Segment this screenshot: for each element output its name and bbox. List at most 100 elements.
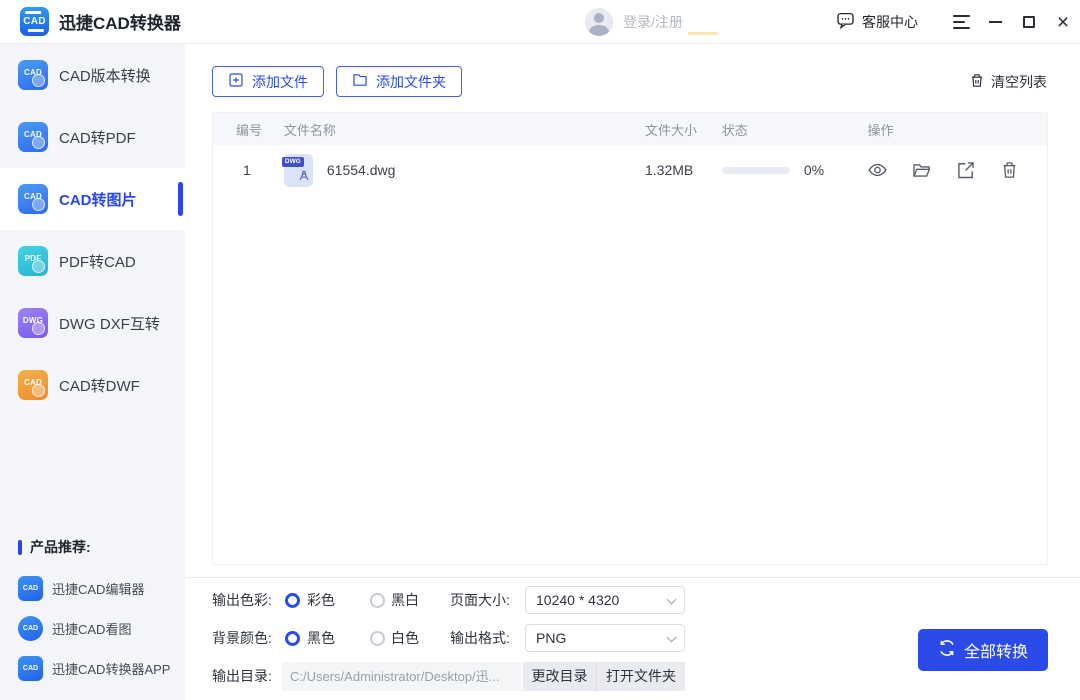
page-size-select[interactable]: 10240 * 4320 bbox=[525, 586, 685, 614]
file-list: 编号 文件名称 文件大小 状态 操作 1 DWG bbox=[212, 112, 1048, 565]
maximize-button[interactable] bbox=[1012, 0, 1046, 44]
sidebar-item-label: CAD转图片 bbox=[59, 189, 137, 210]
titlebar-controls: 客服中心 × bbox=[836, 0, 1080, 44]
app-brand: CAD 迅捷CAD转换器 bbox=[0, 7, 181, 36]
app-logo-icon: CAD bbox=[20, 7, 49, 36]
open-folder-icon[interactable] bbox=[911, 160, 932, 181]
convert-all-button[interactable]: 全部转换 bbox=[918, 629, 1048, 671]
dwg-file-icon: DWG bbox=[284, 154, 313, 187]
sidebar-item-label: CAD转DWF bbox=[59, 375, 140, 396]
icon-text: CAD bbox=[24, 130, 42, 139]
progress-bar bbox=[722, 167, 790, 174]
cad-editor-icon: CAD bbox=[18, 576, 43, 601]
delete-trash-icon[interactable] bbox=[999, 160, 1020, 181]
minimize-button[interactable] bbox=[978, 0, 1012, 44]
preview-eye-icon[interactable] bbox=[867, 160, 888, 181]
radio-white[interactable] bbox=[370, 631, 385, 646]
maximize-icon bbox=[1023, 16, 1035, 28]
convert-all-label: 全部转换 bbox=[964, 638, 1028, 662]
sidebar-spacer bbox=[0, 416, 185, 534]
recommend-item-cad-editor[interactable]: CAD 迅捷CAD编辑器 bbox=[0, 568, 185, 608]
add-folder-label: 添加文件夹 bbox=[376, 72, 446, 92]
output-format-select[interactable]: PNG bbox=[525, 624, 685, 652]
account-area[interactable]: 登录/注册 bbox=[585, 0, 683, 44]
icon-text: CAD bbox=[23, 665, 38, 672]
menu-button[interactable] bbox=[944, 0, 978, 44]
settings-panel: 输出色彩: 彩色 黑白 页面大小: 10240 * 4320 背景颜色: 黑色 … bbox=[185, 578, 1080, 700]
customer-service-button[interactable]: 客服中心 bbox=[836, 11, 918, 34]
minimize-icon bbox=[989, 21, 1002, 23]
radio-color[interactable] bbox=[285, 593, 300, 608]
titlebar: CAD 迅捷CAD转换器 登录/注册 客服中心 bbox=[0, 0, 1080, 44]
icon-text: CAD bbox=[24, 378, 42, 387]
cad-version-icon: CAD bbox=[18, 60, 48, 90]
header-filename: 文件名称 bbox=[284, 120, 645, 139]
logo-text: CAD bbox=[23, 16, 46, 27]
cad-to-image-icon: CAD bbox=[18, 184, 48, 214]
file-size: 1.32MB bbox=[645, 162, 722, 178]
radio-black[interactable] bbox=[285, 631, 300, 646]
sidebar-item-cad-to-pdf[interactable]: CAD CAD转PDF bbox=[0, 106, 185, 168]
icon-text: CAD bbox=[23, 625, 38, 632]
avatar-icon[interactable] bbox=[585, 8, 613, 36]
output-dir-field[interactable]: C:/Users/Administrator/Desktop/迅... bbox=[282, 662, 522, 691]
add-file-button[interactable]: 添加文件 bbox=[212, 66, 324, 97]
sidebar-item-label: CAD版本转换 bbox=[59, 65, 151, 86]
app-title: 迅捷CAD转换器 bbox=[59, 9, 181, 34]
sidebar-item-label: CAD转PDF bbox=[59, 127, 136, 148]
highlight-underline bbox=[688, 32, 718, 35]
cad-to-dwf-icon: CAD bbox=[18, 370, 48, 400]
add-folder-button[interactable]: 添加文件夹 bbox=[336, 66, 462, 97]
recommend-item-cad-viewer[interactable]: CAD 迅捷CAD看图 bbox=[0, 608, 185, 648]
recommend-item-cad-converter-app[interactable]: CAD 迅捷CAD转换器APP bbox=[0, 648, 185, 688]
header-operations: 操作 bbox=[867, 120, 1047, 139]
output-format-value: PNG bbox=[536, 630, 566, 646]
main-content: 添加文件 添加文件夹 清空列表 编号 bbox=[185, 44, 1080, 700]
recommend-item-label: 迅捷CAD转换器APP bbox=[52, 659, 170, 678]
folder-add-icon bbox=[352, 72, 368, 91]
add-file-label: 添加文件 bbox=[252, 72, 308, 92]
change-dir-button[interactable]: 更改目录 bbox=[523, 662, 597, 691]
sidebar-item-cad-version-convert[interactable]: CAD CAD版本转换 bbox=[0, 44, 185, 106]
recommend-item-label: 迅捷CAD编辑器 bbox=[52, 579, 144, 598]
table-row: 1 DWG 61554.dwg bbox=[213, 145, 1047, 195]
sidebar-item-pdf-to-cad[interactable]: PDF PDF转CAD bbox=[0, 230, 185, 292]
radio-black-label[interactable]: 黑色 bbox=[307, 624, 335, 652]
file-list-header: 编号 文件名称 文件大小 状态 操作 bbox=[213, 113, 1047, 145]
trash-icon bbox=[969, 72, 985, 92]
radio-bw[interactable] bbox=[370, 593, 385, 608]
bg-color-label: 背景颜色: bbox=[212, 624, 272, 652]
open-output-folder-button[interactable]: 打开文件夹 bbox=[597, 662, 685, 691]
sidebar-item-dwg-dxf-convert[interactable]: DWG DWG DXF互转 bbox=[0, 292, 185, 354]
pdf-to-cad-icon: PDF bbox=[18, 246, 48, 276]
header-status: 状态 bbox=[722, 120, 868, 139]
plus-square-icon bbox=[228, 72, 244, 91]
product-recommend-header: 产品推荐: bbox=[0, 534, 185, 560]
close-icon: × bbox=[1057, 12, 1069, 33]
icon-text: DWG bbox=[23, 316, 43, 325]
hamburger-menu-icon bbox=[953, 15, 970, 29]
file-name: 61554.dwg bbox=[327, 162, 396, 178]
sync-icon bbox=[938, 639, 956, 662]
page-size-value: 10240 * 4320 bbox=[536, 592, 619, 608]
radio-color-label[interactable]: 彩色 bbox=[307, 586, 335, 614]
icon-text: CAD bbox=[24, 192, 42, 201]
export-external-icon[interactable] bbox=[955, 160, 976, 181]
dwg-badge: DWG bbox=[282, 157, 304, 167]
radio-white-label[interactable]: 白色 bbox=[391, 624, 419, 652]
header-index: 编号 bbox=[213, 120, 284, 139]
icon-text: CAD bbox=[24, 68, 42, 77]
chevron-down-icon bbox=[667, 595, 677, 605]
progress: 0% bbox=[722, 162, 868, 178]
login-register-link[interactable]: 登录/注册 bbox=[623, 12, 683, 32]
sidebar-item-cad-to-dwf[interactable]: CAD CAD转DWF bbox=[0, 354, 185, 416]
radio-bw-label[interactable]: 黑白 bbox=[391, 586, 419, 614]
header-filesize: 文件大小 bbox=[645, 120, 722, 139]
customer-service-label: 客服中心 bbox=[862, 12, 918, 32]
clear-list-button[interactable]: 清空列表 bbox=[969, 72, 1047, 92]
close-button[interactable]: × bbox=[1046, 0, 1080, 44]
sidebar-item-cad-to-image[interactable]: CAD CAD转图片 bbox=[0, 168, 185, 230]
progress-percent: 0% bbox=[804, 162, 824, 178]
app-window: CAD 迅捷CAD转换器 登录/注册 客服中心 bbox=[0, 0, 1080, 700]
compass-glyph-icon bbox=[298, 169, 310, 185]
